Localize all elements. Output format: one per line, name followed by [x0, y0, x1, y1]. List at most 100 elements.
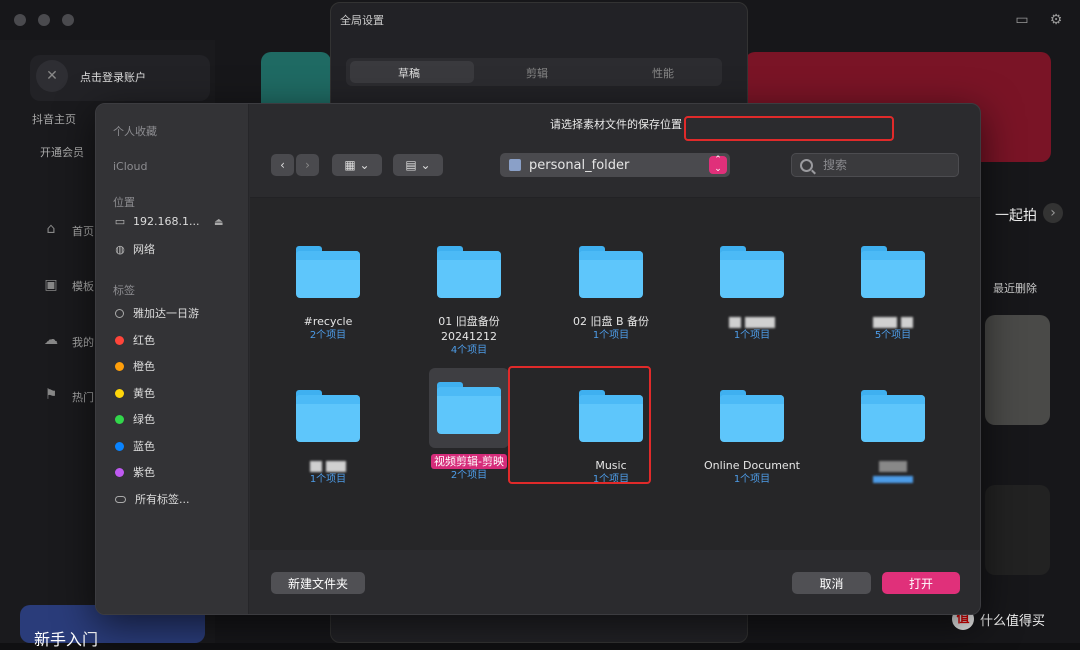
nav-home[interactable]: 首页 — [72, 223, 94, 239]
path-label: personal_folder — [529, 157, 630, 173]
gallery-icon: ▤ ⌄ — [405, 158, 431, 172]
watermark-text: 什么值得买 — [980, 614, 1046, 629]
tab-performance[interactable]: 性能 — [652, 65, 674, 81]
all-tags-icon — [115, 495, 126, 503]
close-window-button[interactable] — [14, 14, 26, 26]
home-icon: ⌂ — [46, 221, 56, 237]
favorites-header: 个人收藏 — [113, 125, 157, 138]
tag-label: 绿色 — [133, 413, 155, 426]
folder-icon — [861, 246, 925, 298]
green-tag-icon — [115, 414, 124, 424]
icloud-header: iCloud — [113, 160, 148, 173]
feedback-icon[interactable]: ▭ — [1012, 10, 1032, 30]
sidebar-tag-yellow[interactable]: 黄色 — [113, 385, 155, 401]
folder-old-disk-backup[interactable]: 01 旧盘备份 20241212 4个项目 — [404, 232, 534, 357]
member-label[interactable]: 开通会员 — [40, 144, 84, 160]
icon-view-button[interactable]: ▦ ⌄ — [332, 154, 382, 176]
eject-icon[interactable]: ⏏ — [214, 217, 223, 228]
redacted-name — [828, 458, 958, 473]
together-shoot-label[interactable]: 一起拍 — [995, 205, 1037, 225]
sidebar-tag-red[interactable]: 红色 — [113, 332, 155, 348]
dialog-main: 请选择素材文件的保存位置 ‹ › ▦ ⌄ ▤ ⌄ personal_folder… — [250, 104, 980, 614]
nav-template[interactable]: 模板 — [72, 278, 94, 294]
folder-online-document[interactable]: Online Document 1个项目 — [687, 376, 817, 486]
folder-name: Online Document — [704, 459, 800, 472]
redacted-name — [687, 314, 817, 329]
flag-icon: ⚑ — [44, 387, 58, 403]
folder-count: 1个项目 — [309, 474, 347, 485]
cancel-button[interactable]: 取消 — [792, 572, 871, 594]
path-selector[interactable]: personal_folder ⌃ ⌄ — [500, 153, 730, 177]
tag-label: 橙色 — [133, 360, 155, 373]
search-input[interactable] — [821, 157, 951, 173]
gear-icon[interactable]: ⚙ — [1046, 10, 1066, 30]
sidebar-tag-blue[interactable]: 蓝色 — [113, 438, 155, 454]
tag-label: 所有标签... — [135, 493, 190, 506]
sidebar-item-label: 192.168.1... — [133, 215, 200, 228]
annotation-box-prompt — [684, 116, 894, 141]
folder-redacted[interactable]: 1个项目 — [263, 376, 393, 486]
drive-icon — [509, 159, 521, 171]
folder-icon — [296, 390, 360, 442]
purple-tag-icon — [115, 467, 124, 477]
recent-delete-label[interactable]: 最近删除 — [993, 280, 1037, 296]
folder-redacted[interactable] — [828, 376, 958, 486]
redacted-name — [263, 458, 393, 473]
sidebar-item-server[interactable]: ▭ 192.168.1... — [113, 215, 200, 228]
sidebar-tag-jakarta[interactable]: 雅加达一日游 — [113, 305, 199, 321]
folder-count: 4个项目 — [450, 345, 488, 356]
folder-icon — [861, 390, 925, 442]
chevron-right-icon: › — [305, 158, 310, 172]
douyin-label[interactable]: 抖音主页 — [32, 111, 76, 127]
tag-label: 雅加达一日游 — [133, 307, 199, 320]
updown-chevron-icon: ⌃ ⌄ — [709, 156, 727, 174]
tag-label: 蓝色 — [133, 440, 155, 453]
monitor-icon: ▭ — [114, 215, 126, 228]
folder-count: 1个项目 — [733, 330, 771, 341]
nav-mine[interactable]: 我的 — [72, 334, 94, 350]
chevron-left-icon: ‹ — [280, 158, 285, 172]
sidebar-tag-orange[interactable]: 橙色 — [113, 358, 155, 374]
sidebar-item-network[interactable]: ◍ 网络 — [113, 241, 155, 257]
globe-icon: ◍ — [115, 242, 125, 256]
new-folder-button[interactable]: 新建文件夹 — [271, 572, 365, 594]
template-icon: ▣ — [44, 277, 58, 293]
draft-thumbnail[interactable] — [985, 315, 1050, 425]
save-location-dialog: 个人收藏 iCloud 位置 ▭ 192.168.1... ⏏ ◍ 网络 标签 … — [95, 103, 981, 615]
zoom-window-button[interactable] — [62, 14, 74, 26]
nav-hot[interactable]: 热门 — [72, 389, 94, 405]
forward-button[interactable]: › — [296, 154, 319, 176]
login-label: 点击登录账户 — [80, 71, 146, 84]
search-field[interactable] — [791, 153, 959, 177]
newbie-banner-label: 新手入门 — [34, 630, 99, 649]
folder-redacted[interactable]: 5个项目 — [828, 232, 958, 342]
group-view-button[interactable]: ▤ ⌄ — [393, 154, 443, 176]
folder-icon — [437, 246, 501, 298]
folder-icon — [720, 246, 784, 298]
search-icon — [800, 158, 813, 172]
avatar[interactable]: ✕ — [36, 60, 68, 92]
open-button[interactable]: 打开 — [882, 572, 960, 594]
folder-recycle[interactable]: #recycle 2个项目 — [263, 232, 393, 342]
blue-tag-icon — [115, 441, 124, 451]
back-button[interactable]: ‹ — [271, 154, 294, 176]
chevron-right-icon[interactable]: › — [1043, 203, 1063, 223]
folder-name: #recycle — [303, 315, 353, 328]
tag-label: 黄色 — [133, 387, 155, 400]
folder-old-disk-b-backup[interactable]: 02 旧盘 B 备份 1个项目 — [546, 232, 676, 342]
tab-edit[interactable]: 剪辑 — [526, 65, 548, 81]
tab-drafts[interactable]: 草稿 — [398, 65, 420, 81]
sidebar-item-label: 网络 — [133, 243, 155, 256]
redacted-count — [828, 473, 958, 486]
settings-tabs: 草稿 剪辑 性能 — [346, 58, 722, 86]
draft-thumbnail-2[interactable] — [985, 485, 1050, 575]
sidebar-tag-purple[interactable]: 紫色 — [113, 464, 155, 480]
tag-label: 紫色 — [133, 466, 155, 479]
sidebar-all-tags[interactable]: 所有标签... — [113, 491, 190, 507]
minimize-window-button[interactable] — [38, 14, 50, 26]
folder-redacted[interactable]: 1个项目 — [687, 232, 817, 342]
grid-icon: ▦ ⌄ — [344, 158, 370, 172]
sidebar-tag-green[interactable]: 绿色 — [113, 411, 155, 427]
global-settings-title: 全局设置 — [340, 14, 384, 27]
folder-icon — [579, 246, 643, 298]
